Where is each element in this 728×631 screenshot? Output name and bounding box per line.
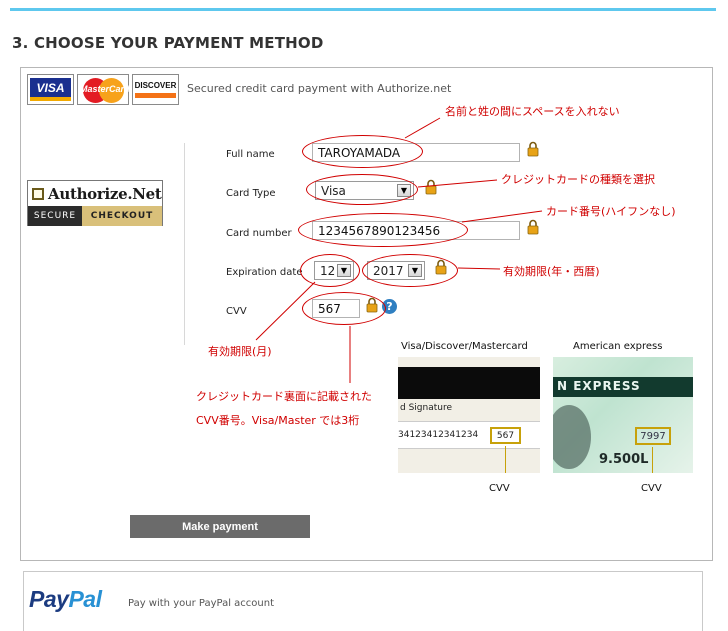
full-name-label: Full name [226,149,275,160]
note-cvv-line2: CVV番号。Visa/Master では3桁 [196,414,360,427]
annotation-ellipse [306,174,418,205]
note-name: 名前と姓の間にスペースを入れない [445,105,620,118]
visa-logo: VISA [27,74,74,105]
lock-icon [527,219,539,235]
visa-cvv-sample: d Signature 34123412341234 567 [398,357,540,473]
visa-cvv-caption: CVV [489,483,510,494]
annotation-ellipse [300,254,360,287]
authorize-net-badge[interactable]: Authorize.Net SECURE CHECKOUT [27,180,163,226]
note-card-number: カード番号(ハイフンなし) [546,205,676,218]
authorize-icon [32,187,44,200]
annotation-ellipse [298,213,468,247]
paypal-text: Pay with your PayPal account [128,598,274,609]
lock-icon [425,179,437,195]
note-cvv-line1: クレジットカード裏面に記載された [196,390,372,403]
amex-cvv-sample: N EXPRESS 7997 9.500L [553,357,693,473]
visa-sample-title: Visa/Discover/Mastercard [401,341,528,352]
card-logos: VISA MasterCard DISCOVER [27,74,179,105]
lock-icon [527,141,539,157]
amex-cvv-caption: CVV [641,483,662,494]
secured-text: Secured credit card payment with Authori… [187,82,452,95]
expiration-label: Expiration date [226,267,303,278]
make-payment-button[interactable]: Make payment [130,515,310,538]
note-expiry-year: 有効期限(年・西暦) [503,265,600,278]
top-divider [10,8,716,11]
annotation-ellipse [302,135,423,168]
form-divider [184,143,185,345]
section-title: 3. CHOOSE YOUR PAYMENT METHOD [12,34,324,52]
mastercard-logo: MasterCard [77,74,130,105]
annotation-ellipse [302,292,386,325]
paypal-logo: PayPal [29,586,102,612]
discover-logo: DISCOVER [132,74,179,105]
annotation-ellipse [362,254,458,287]
note-expiry-month: 有効期限(月) [208,345,272,358]
paypal-panel[interactable] [23,571,703,631]
card-number-label: Card number [226,228,292,239]
cvv-label: CVV [226,306,247,317]
note-card-type: クレジットカードの種類を選択 [501,173,655,186]
card-type-label: Card Type [226,188,276,199]
amex-sample-title: American express [573,341,663,352]
